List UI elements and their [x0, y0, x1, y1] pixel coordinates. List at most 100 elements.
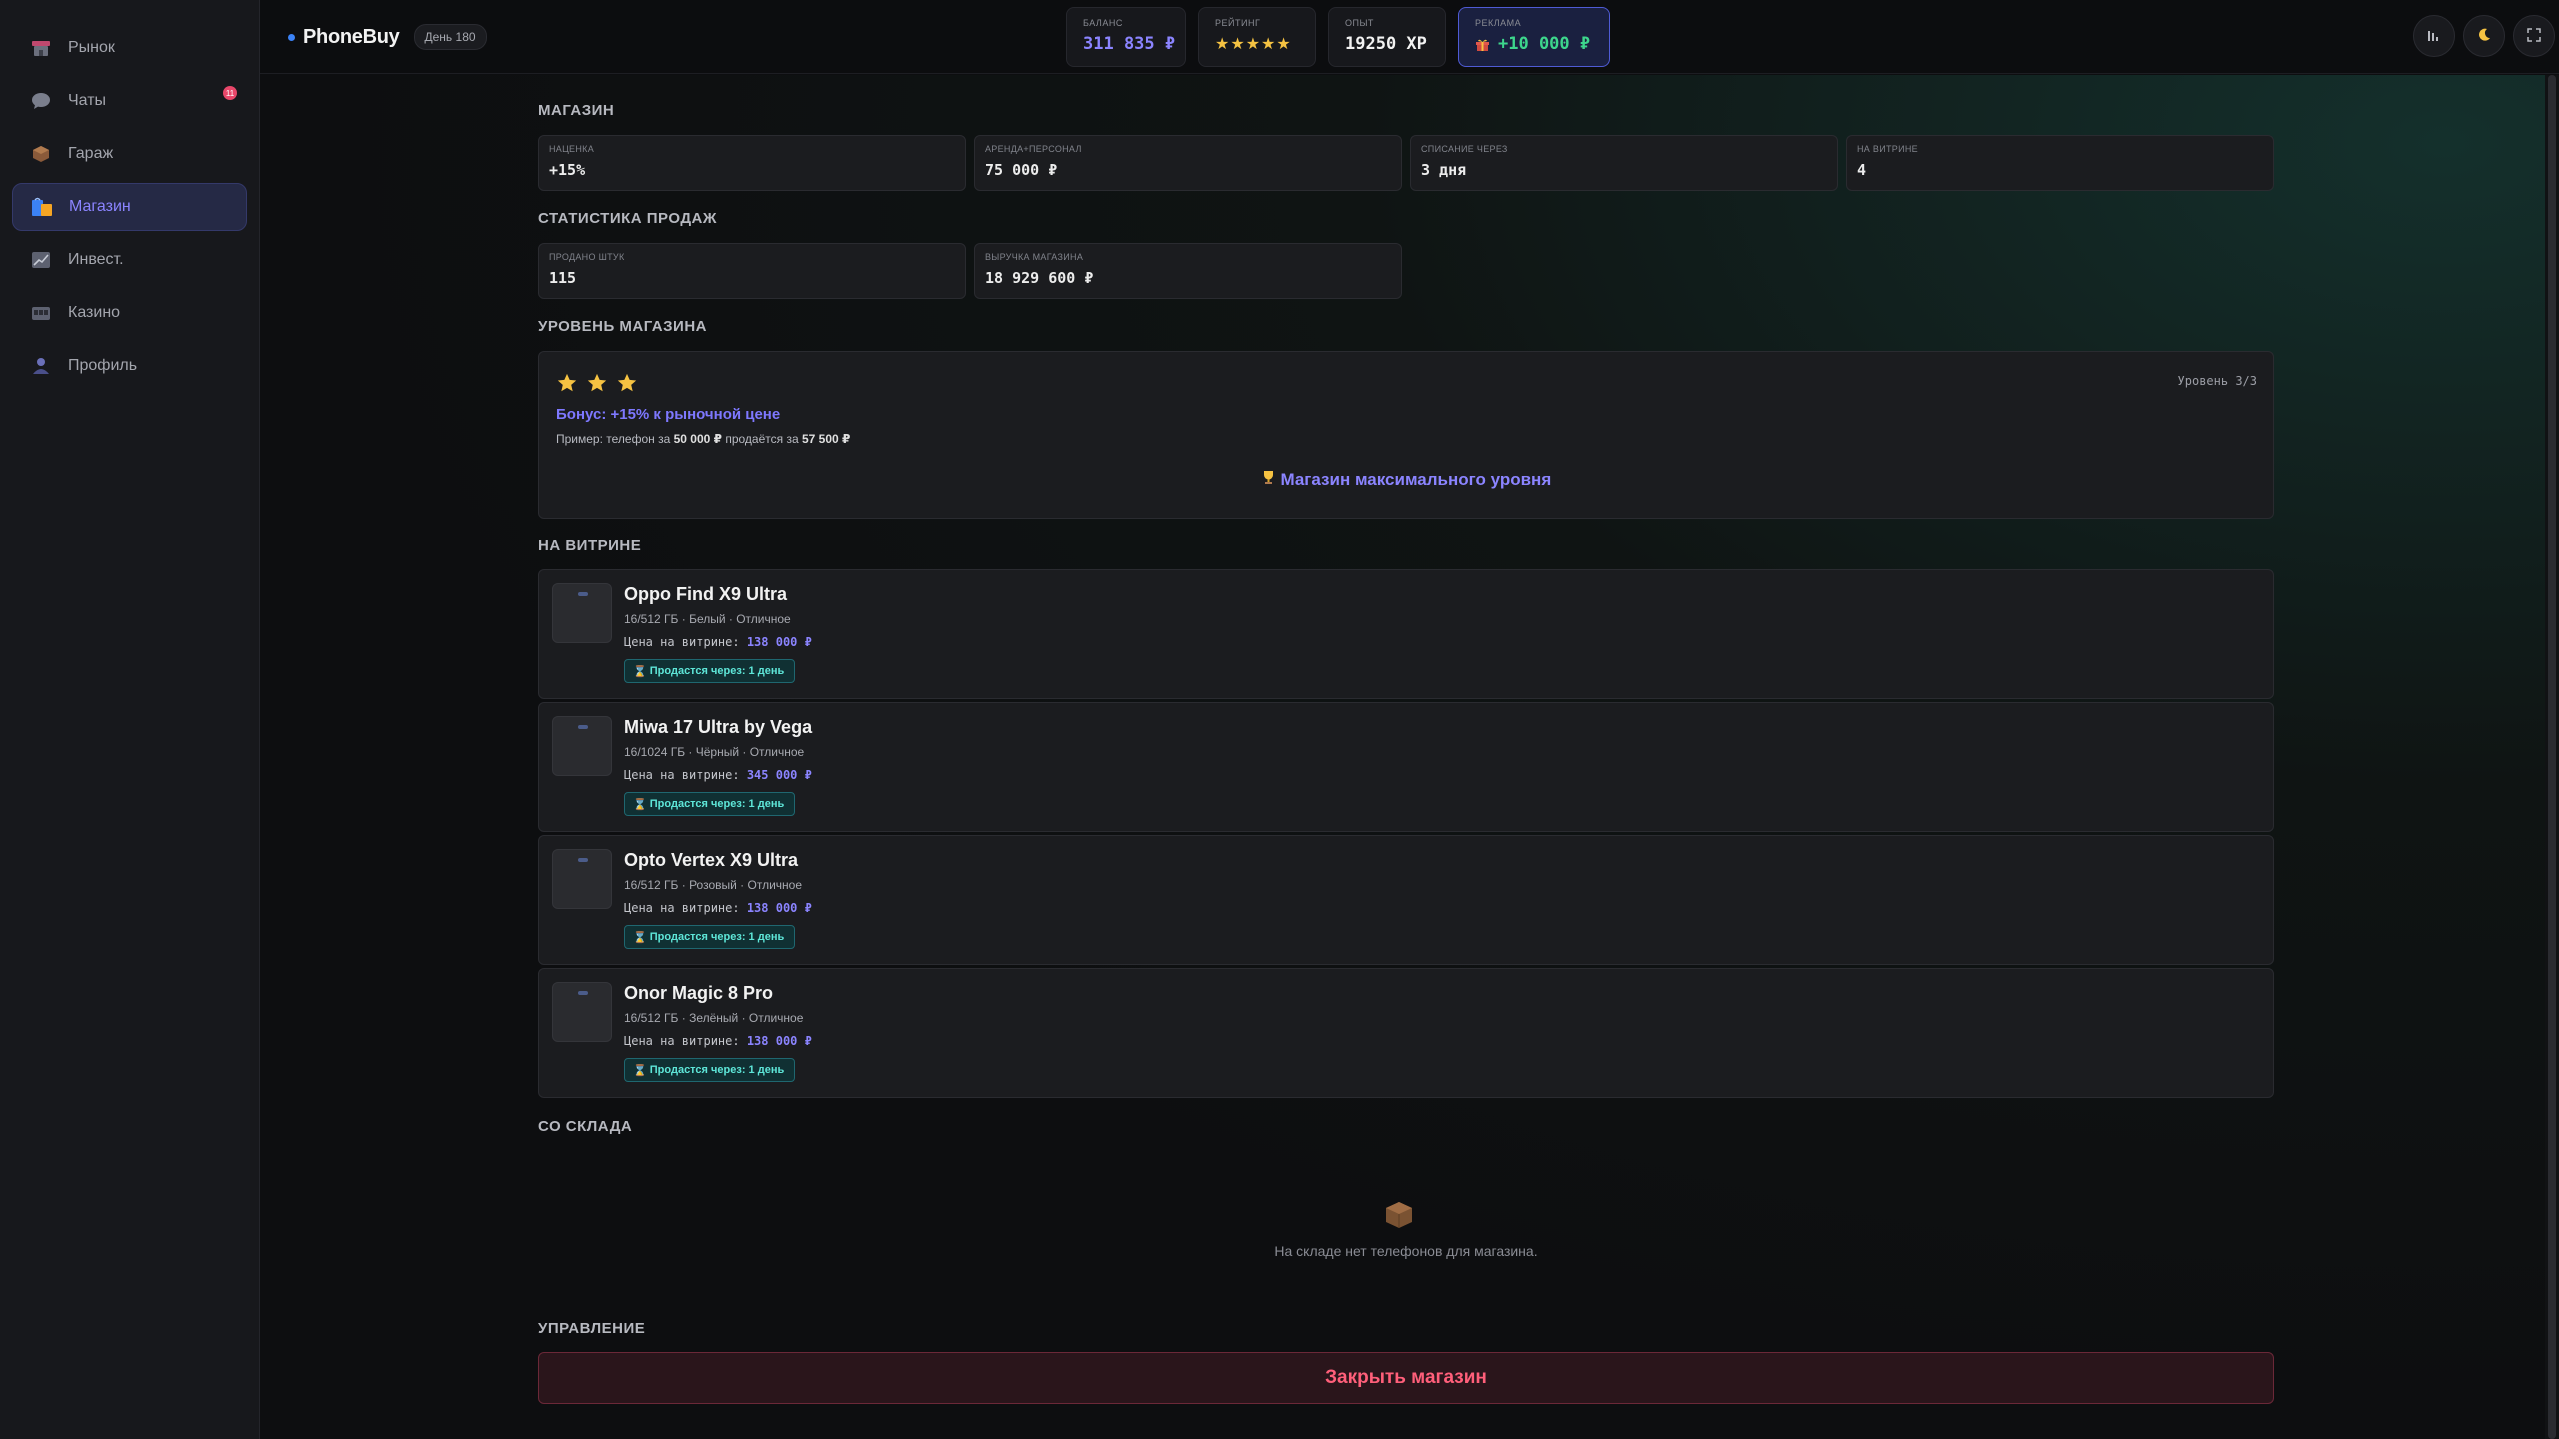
day-counter: День 180 [413, 24, 487, 50]
sidebar-item-label: Чаты [68, 92, 107, 109]
rating-stars: ★★★★★ [1215, 36, 1292, 53]
showcase-section-title: НА ВИТРИНЕ [538, 537, 642, 554]
balance-label: БАЛАНС [1083, 18, 1123, 28]
level-example: Пример: телефон за 50 000 ₽ продаётся за… [556, 432, 851, 446]
sell-timer-badge: ⌛ Продастся через: 1 день [624, 1058, 796, 1082]
ads-value: +10 000 ₽ [1498, 34, 1591, 54]
sales-section-title: СТАТИСТИКА ПРОДАЖ [538, 210, 717, 227]
phone-camera-icon [578, 592, 588, 596]
chat-icon [30, 90, 52, 112]
moon-icon [2477, 28, 2491, 45]
sidebar-item-profile[interactable]: Профиль [12, 342, 247, 390]
phone-price: Цена на витрине: 138 000 ₽ [624, 901, 812, 915]
xp-stat: ОПЫТ 19250 XP [1328, 7, 1446, 67]
rating-stat: РЕЙТИНГ ★★★★★ [1198, 7, 1316, 67]
balance-stat: БАЛАНС 311 835 ₽ [1066, 7, 1186, 67]
hourglass-icon: ⌛ [633, 665, 647, 678]
sidebar-item-garage[interactable]: Гараж [12, 130, 247, 178]
sold-count-card: ПРОДАНО ШТУК 115 [538, 243, 966, 299]
phone-camera-icon [578, 725, 588, 729]
empty-box-icon [1384, 1200, 1414, 1235]
sidebar-item-casino[interactable]: Казино [12, 289, 247, 337]
rent-card: АРЕНДА+ПЕРСОНАЛ 75 000 ₽ [974, 135, 1402, 191]
phone-name: Onor Magic 8 Pro [624, 983, 774, 1003]
fullscreen-icon [2527, 27, 2541, 45]
metric-label: НАЦЕНКА [549, 144, 595, 154]
writeoff-card: СПИСАНИЕ ЧЕРЕЗ 3 дня [1410, 135, 1838, 191]
sidebar-item-market[interactable]: Рынок [12, 24, 247, 72]
sidebar-item-shop[interactable]: Магазин [12, 183, 247, 231]
star-icon [617, 373, 637, 392]
metric-label: ВЫРУЧКА МАГАЗИНА [985, 252, 1084, 262]
metric-label: АРЕНДА+ПЕРСОНАЛ [985, 144, 1082, 154]
gift-icon [1475, 37, 1490, 52]
showcase-count-card: НА ВИТРИНЕ 4 [1846, 135, 2274, 191]
phone-thumbnail [552, 982, 612, 1042]
close-shop-button[interactable]: Закрыть магазин [538, 1352, 2274, 1404]
phone-thumbnail [552, 583, 612, 643]
markup-card: НАЦЕНКА +15% [538, 135, 966, 191]
sidebar-item-label: Казино [68, 304, 121, 321]
metric-value: 3 дня [1421, 161, 1467, 179]
fullscreen-button[interactable] [2513, 15, 2555, 57]
xp-value: 19250 XP [1345, 34, 1427, 54]
chart-icon [30, 249, 52, 271]
phone-name: Opto Vertex X9 Ultra [624, 850, 799, 870]
level-card: Уровень 3/3 Бонус: +15% к рыночной цене … [538, 351, 2274, 519]
sell-timer-badge: ⌛ Продастся через: 1 день [624, 659, 796, 683]
metric-value: 18 929 600 ₽ [985, 269, 1094, 287]
top-bar: PhoneBuy День 180 БАЛАНС 311 835 ₽ РЕЙТИ… [260, 0, 2559, 74]
metric-value: 115 [549, 269, 577, 287]
star-icon [557, 373, 577, 392]
sell-timer-badge: ⌛ Продастся через: 1 день [624, 792, 796, 816]
trophy-icon [1261, 470, 1281, 489]
phone-spec: 16/512 ГБ · Белый · Отличное [624, 612, 791, 626]
scrollbar-thumb[interactable] [2548, 75, 2556, 1439]
showcase-item[interactable]: Oppo Find X9 Ultra 16/512 ГБ · Белый · О… [538, 569, 2274, 699]
metric-label: ПРОДАНО ШТУК [549, 252, 625, 262]
phone-price: Цена на витрине: 345 000 ₽ [624, 768, 812, 782]
warehouse-section-title: СО СКЛАДА [538, 1118, 633, 1135]
sidebar-item-label: Профиль [68, 357, 138, 374]
sidebar: Рынок Чаты 11 Гараж Магазин Инвест. Кази… [0, 0, 260, 1439]
shop-section-title: МАГАЗИН [538, 102, 615, 119]
phone-name: Oppo Find X9 Ultra [624, 584, 788, 604]
phone-name: Miwa 17 Ultra by Vega [624, 717, 813, 737]
profile-icon [30, 355, 52, 377]
casino-icon [30, 302, 52, 324]
phone-camera-icon [578, 858, 588, 862]
scrollbar[interactable] [2545, 75, 2559, 1439]
garage-icon [30, 143, 52, 165]
theme-toggle-button[interactable] [2463, 15, 2505, 57]
brand-name: PhoneBuy [303, 25, 400, 48]
showcase-item[interactable]: Miwa 17 Ultra by Vega 16/1024 ГБ · Чёрны… [538, 702, 2274, 832]
brand-dot-icon [288, 33, 295, 41]
bar-chart-icon [2427, 28, 2441, 44]
sidebar-item-label: Гараж [68, 145, 114, 162]
phone-spec: 16/1024 ГБ · Чёрный · Отличное [624, 745, 805, 759]
sidebar-item-invest[interactable]: Инвест. [12, 236, 247, 284]
showcase-item[interactable]: Opto Vertex X9 Ultra 16/512 ГБ · Розовый… [538, 835, 2274, 965]
ads-button[interactable]: РЕКЛАМА +10 000 ₽ [1458, 7, 1610, 67]
phone-spec: 16/512 ГБ · Зелёный · Отличное [624, 1011, 804, 1025]
stats-button[interactable] [2413, 15, 2455, 57]
main-content: МАГАЗИН НАЦЕНКА +15% АРЕНДА+ПЕРСОНАЛ 75 … [260, 75, 2559, 1439]
level-stars [556, 372, 638, 394]
hourglass-icon: ⌛ [633, 931, 647, 944]
level-indicator: Уровень 3/3 [2177, 374, 2257, 388]
phone-thumbnail [552, 716, 612, 776]
balance-value: 311 835 ₽ [1083, 34, 1176, 54]
showcase-item[interactable]: Onor Magic 8 Pro 16/512 ГБ · Зелёный · О… [538, 968, 2274, 1098]
phone-camera-icon [578, 991, 588, 995]
brand: PhoneBuy День 180 [288, 24, 487, 50]
sidebar-item-label: Инвест. [68, 251, 124, 268]
hourglass-icon: ⌛ [633, 798, 647, 811]
metric-label: НА ВИТРИНЕ [1857, 144, 1918, 154]
unread-badge: 11 [223, 86, 237, 100]
sidebar-item-chats[interactable]: Чаты 11 [12, 77, 247, 125]
ads-label: РЕКЛАМА [1475, 18, 1522, 28]
sell-timer-badge: ⌛ Продастся через: 1 день [624, 925, 796, 949]
phone-spec: 16/512 ГБ · Розовый · Отличное [624, 878, 802, 892]
level-section-title: УРОВЕНЬ МАГАЗИНА [538, 318, 707, 335]
hourglass-icon: ⌛ [633, 1064, 647, 1077]
